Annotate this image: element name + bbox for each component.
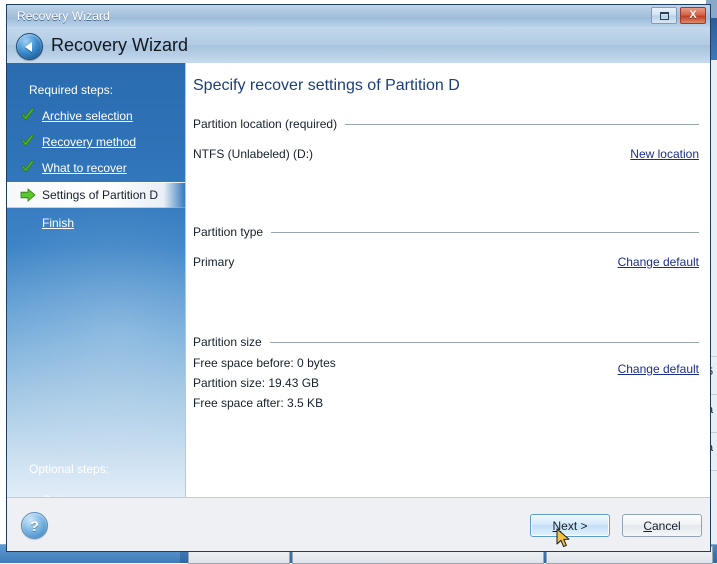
close-icon: X (689, 9, 697, 21)
help-glyph: ? (30, 517, 39, 534)
green-check-icon (19, 107, 37, 125)
section-label: Partition type (193, 225, 264, 239)
change-default-type-link[interactable]: Change default (618, 255, 699, 269)
next-button-mnemonic: N (552, 518, 562, 533)
restore-button[interactable] (651, 7, 677, 24)
green-check-icon (19, 133, 37, 151)
sidebar-required-heading: Required steps: (29, 83, 114, 97)
cancel-button-label: ancel (651, 518, 681, 533)
new-location-link[interactable]: New location (630, 147, 699, 161)
sidebar-item-finish[interactable]: Finish (7, 211, 185, 235)
wizard-sidebar: Required steps: Archive selection Recove… (7, 63, 185, 498)
next-button-label: ext > (561, 518, 588, 533)
sidebar-item-label: Settings of Partition D (42, 188, 159, 202)
wizard-header: Recovery Wizard (7, 27, 710, 64)
free-space-after-value: Free space after: 3.5 KB (193, 396, 324, 410)
back-arrow-glyph (25, 41, 32, 52)
wizard-footer: ? Next > Cancel (7, 497, 710, 551)
question-mark-icon[interactable]: ? (21, 512, 48, 539)
wizard-header-title: Recovery Wizard (51, 35, 189, 55)
sidebar-item-label: Recovery method (42, 135, 137, 149)
change-default-size-link[interactable]: Change default (618, 362, 699, 376)
partition-type-value: Primary (193, 255, 235, 269)
cancel-button-mnemonic: C (643, 518, 652, 533)
partition-size-value: Partition size: 19.43 GB (193, 376, 320, 390)
restore-icon (659, 11, 669, 20)
next-button[interactable]: Next > (530, 514, 610, 537)
sidebar-item-label: Finish (42, 216, 75, 230)
green-check-icon (19, 159, 37, 177)
sidebar-item-recovery-method[interactable]: Recovery method (7, 130, 185, 154)
back-arrow-icon[interactable] (16, 33, 43, 60)
partition-location-value: NTFS (Unlabeled) (D:) (193, 147, 314, 161)
sidebar-optional-heading: Optional steps: (29, 462, 110, 476)
green-arrow-icon (19, 186, 37, 204)
sidebar-item-archive-selection[interactable]: Archive selection (7, 104, 185, 128)
sidebar-item-label: What to recover (42, 161, 127, 175)
section-rule (345, 123, 699, 125)
section-rule (271, 231, 699, 233)
section-header-partition-type: Partition type (193, 225, 699, 239)
page-title: Specify recover settings of Partition D (193, 77, 460, 94)
window-controls: X (651, 7, 706, 24)
sidebar-item-settings-of-partition-d[interactable]: Settings of Partition D (7, 182, 185, 208)
sidebar-item-label: Archive selection (42, 109, 133, 123)
section-label: Partition location (required) (193, 117, 338, 131)
section-header-partition-size: Partition size (193, 335, 699, 349)
recovery-wizard-window: Recovery Wizard X Recovery Wizard Requir… (6, 4, 711, 552)
cancel-button[interactable]: Cancel (622, 514, 702, 537)
section-header-partition-location: Partition location (required) (193, 117, 699, 131)
section-rule (269, 341, 699, 343)
wizard-content: Specify recover settings of Partition D … (185, 63, 710, 498)
window-title: Recovery Wizard (17, 9, 110, 23)
sidebar-item-what-to-recover[interactable]: What to recover (7, 156, 185, 180)
free-space-before-value: Free space before: 0 bytes (193, 356, 336, 370)
window-titlebar[interactable]: Recovery Wizard X (7, 5, 710, 28)
close-button[interactable]: X (680, 7, 706, 24)
section-label: Partition size (193, 335, 262, 349)
